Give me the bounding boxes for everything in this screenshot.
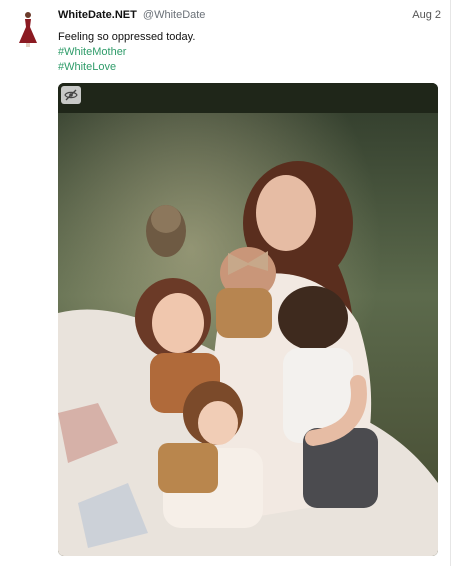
hide-media-button[interactable] (61, 86, 81, 104)
tweet-body: Feeling so oppressed today. (58, 31, 196, 43)
hashtag-white-love[interactable]: #WhiteLove (58, 60, 195, 75)
user-handle[interactable]: @WhiteDate (143, 9, 206, 21)
display-name[interactable]: WhiteDate.NET (58, 9, 137, 21)
tweet-text: Feeling so oppressed today. #WhiteMother… (58, 30, 195, 75)
photo-illustration (58, 83, 438, 556)
eye-slash-icon (64, 89, 78, 101)
avatar[interactable] (15, 10, 41, 48)
tweet-card: WhiteDate.NET @WhiteDate Aug 2 Feeling s… (0, 0, 451, 566)
tweet-photo[interactable] (58, 83, 438, 556)
hashtag-white-mother[interactable]: #WhiteMother (58, 45, 195, 60)
post-date[interactable]: Aug 2 (412, 9, 441, 21)
tweet-header: WhiteDate.NET @WhiteDate Aug 2 (58, 9, 441, 25)
avatar-figure-icon (19, 12, 37, 47)
